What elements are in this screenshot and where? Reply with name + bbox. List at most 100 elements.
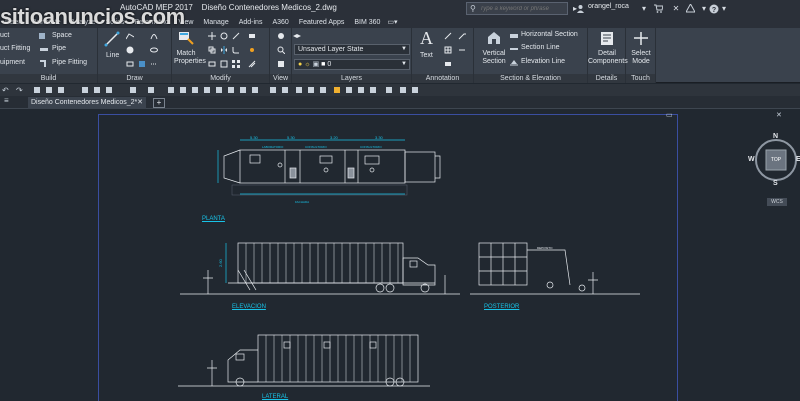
detail-components-button[interactable]: Detail Components — [588, 50, 628, 66]
drawing-canvas[interactable]: 5.30 5.30 3.20 3.30 LABORATORIO CONSULTO… — [0, 110, 800, 401]
new-tab-button[interactable]: + — [153, 98, 165, 108]
fillet-icon[interactable] — [232, 46, 240, 54]
polyline-icon[interactable] — [126, 32, 134, 40]
panel-label-touch[interactable]: Touch — [626, 74, 655, 83]
current-layer-dropdown[interactable]: ● ☼ ▣ ■ 0 ▼ — [294, 59, 410, 70]
tag-icon[interactable] — [444, 60, 452, 68]
viewcube[interactable]: N S E W TOP — [748, 130, 800, 200]
move-icon[interactable] — [208, 32, 216, 40]
dimension-icon[interactable] — [444, 32, 452, 40]
panel-label-draw[interactable]: Draw — [98, 74, 171, 83]
tab-add-ins[interactable]: Add-ins — [234, 17, 268, 28]
cad-drawing: 5.30 5.30 3.20 3.30 LABORATORIO CONSULTO… — [178, 135, 640, 387]
rectangle-icon[interactable] — [126, 60, 134, 68]
mirror-icon[interactable] — [220, 46, 228, 54]
space-button[interactable]: Space — [52, 32, 72, 39]
ellipse-icon[interactable] — [150, 46, 158, 54]
space-icon — [39, 33, 45, 39]
panel-label-build[interactable]: Build — [0, 74, 97, 83]
tab-manage[interactable]: Manage — [198, 17, 233, 28]
table-icon[interactable] — [444, 46, 452, 54]
tab-a360[interactable]: A360 — [267, 17, 293, 28]
erase-icon[interactable] — [248, 32, 256, 40]
match-properties-button[interactable]: Match Properties — [174, 50, 206, 66]
copy-icon[interactable] — [208, 46, 216, 54]
dim-label: 5.30 — [250, 135, 259, 140]
viewport-restore-icon[interactable]: ▭ — [666, 111, 673, 119]
panel-label-details[interactable]: Details — [588, 74, 625, 83]
rotate-icon[interactable] — [220, 32, 228, 40]
panel-label-section-elevation[interactable]: Section & Elevation — [474, 74, 587, 83]
search-input[interactable] — [467, 3, 555, 15]
array-icon[interactable] — [232, 60, 240, 68]
panel-label-modify[interactable]: Modify — [172, 74, 269, 83]
section-line-button[interactable]: Section Line — [521, 44, 560, 51]
file-menu-icon[interactable]: ≡ — [4, 96, 9, 105]
select-mode-button[interactable]: Select Mode — [626, 50, 656, 66]
orbit-icon[interactable] — [277, 60, 285, 68]
plan-label: PLANTA — [202, 216, 225, 222]
stretch-icon[interactable] — [208, 60, 216, 68]
compass-west[interactable]: W — [748, 156, 755, 163]
chevron-down-icon[interactable]: ▾ — [700, 2, 708, 15]
pan-icon[interactable] — [277, 32, 285, 40]
search-box[interactable]: ⚲ — [466, 2, 568, 15]
panel-label-annotation[interactable]: Annotation — [412, 74, 473, 83]
vertical-section-button[interactable]: Vertical Section — [478, 50, 510, 66]
qbar-tool-icon — [400, 87, 406, 93]
dim-label: 3.30 — [375, 135, 384, 140]
arc-icon[interactable] — [150, 32, 158, 40]
exchange-icon[interactable]: ✕ — [670, 2, 682, 15]
detail-components-icon — [601, 32, 613, 45]
layer-state-dropdown[interactable]: Unsaved Layer State ▼ — [294, 44, 410, 55]
viewcube-top-label[interactable]: TOP — [768, 157, 784, 163]
user-icon[interactable] — [574, 2, 586, 15]
compass-north[interactable]: N — [773, 133, 778, 140]
offset-icon[interactable] — [248, 60, 256, 68]
side-dimension: 2.60 — [218, 258, 223, 267]
panel-label-view[interactable]: View — [270, 74, 291, 83]
chevron-down-icon[interactable]: ▾ — [720, 2, 728, 15]
help-icon[interactable]: ? — [708, 2, 720, 15]
pipe-button[interactable]: Pipe — [52, 45, 66, 52]
compass-east[interactable]: E — [796, 156, 800, 163]
pipe-fitting-button[interactable]: Pipe Fitting — [52, 59, 87, 66]
equipment-button[interactable]: uipment — [0, 59, 25, 66]
user-name[interactable]: orangel_roca — [588, 3, 629, 10]
qbar-tool-icon — [204, 87, 210, 93]
qbar-tool-icon — [370, 87, 376, 93]
duct-button[interactable]: uct — [0, 32, 9, 39]
region-icon[interactable] — [150, 60, 158, 68]
current-layer-value: 0 — [327, 61, 332, 68]
circle-icon[interactable] — [126, 46, 134, 54]
leader-icon[interactable] — [458, 32, 466, 40]
quick-toolbar-icons[interactable]: ↶ ↷ — [0, 84, 800, 96]
cart-icon[interactable] — [652, 2, 664, 15]
connect-icon[interactable] — [684, 2, 696, 15]
plan-dimensions: 5.30 5.30 3.20 3.30 LABORATORIO CONSULTO… — [250, 135, 384, 204]
line-button[interactable]: Line — [106, 52, 119, 59]
document-tab[interactable]: Diseño Contenedores Medicos_2* ✕ — [28, 97, 146, 109]
chevron-down-icon[interactable]: ▾ — [640, 2, 648, 15]
compass-south[interactable]: S — [773, 180, 778, 187]
trim-icon[interactable] — [232, 32, 240, 40]
scale-icon[interactable] — [220, 60, 228, 68]
explode-icon[interactable] — [248, 46, 256, 54]
close-icon[interactable]: ✕ — [137, 97, 143, 109]
hatch-icon[interactable] — [138, 60, 146, 68]
elevation-line-button[interactable]: Elevation Line — [521, 58, 565, 65]
panel-label-layers[interactable]: Layers — [292, 74, 411, 83]
lock-icon: ▣ — [312, 61, 320, 68]
lateral-label: LATERAL — [262, 394, 289, 400]
ribbon-minimize-icon[interactable]: ▭▾ — [385, 17, 399, 28]
layer-properties-icon[interactable] — [293, 32, 301, 40]
text-button[interactable]: Text — [420, 52, 433, 59]
mark-icon[interactable] — [458, 46, 466, 54]
wcs-menu[interactable]: WCS — [767, 198, 787, 206]
horizontal-section-button[interactable]: Horizontal Section — [521, 31, 578, 38]
tab-bim-360[interactable]: BIM 360 — [349, 17, 385, 28]
viewport-close-icon[interactable]: ✕ — [776, 111, 782, 119]
duct-fitting-button[interactable]: uct Fitting — [0, 45, 30, 52]
zoom-icon[interactable] — [277, 46, 285, 54]
tab-featured-apps[interactable]: Featured Apps — [294, 17, 350, 28]
